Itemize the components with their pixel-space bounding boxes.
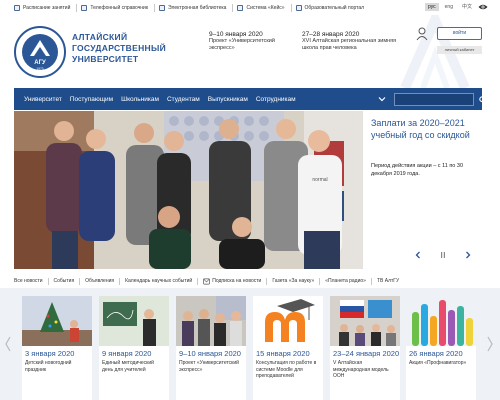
news-title: Акция «Профнавигатор» (409, 360, 467, 366)
lang-ru[interactable]: рус (424, 2, 439, 11)
nav-item-university[interactable]: Университет (24, 96, 62, 103)
phone-icon (81, 4, 88, 11)
header: АГУ 1973 АЛТАЙСКИЙ ГОСУДАРСТВЕННЫЙ УНИВЕ… (0, 15, 500, 88)
news-image (176, 296, 246, 346)
library-link[interactable]: Электронная библиотека (159, 4, 226, 11)
main-nav: Университет Поступающим Школьникам Студе… (14, 88, 487, 110)
news-next-arrow[interactable] (486, 336, 494, 352)
tab-newspaper[interactable]: Газета «За науку» (272, 278, 314, 284)
user-icon[interactable] (416, 27, 428, 41)
news-title: Единый методический день для учителей (102, 360, 154, 373)
promo-panel: Заплати за 2020–2021 учебный год со скид… (363, 111, 482, 269)
hero-slider: normal Заплати за 2020–2021 учебный год … (14, 111, 482, 269)
nav-item-graduates[interactable]: Выпускникам (208, 96, 248, 103)
phonebook-link[interactable]: Телефонный справочник (81, 4, 148, 11)
news-title: Проект «Университетский экспресс» (179, 360, 239, 373)
news-prev-arrow[interactable] (4, 336, 12, 352)
news-image (406, 296, 476, 346)
language-switcher: рус eng 中文 (424, 2, 488, 11)
search-button[interactable] (476, 93, 490, 106)
shirt-print: normal (312, 177, 327, 183)
tab-all-news[interactable]: Все новости (14, 278, 43, 284)
news-card[interactable]: 23–24 января 2020 V Алтайская международ… (330, 296, 400, 400)
tab-science-calendar[interactable]: Календарь научных событий (125, 278, 192, 284)
tab-tv[interactable]: ТВ АлтГУ (377, 278, 399, 284)
news-card[interactable]: 15 января 2020 Консультация по работе в … (253, 296, 323, 400)
nav-item-staff[interactable]: Сотрудникам (256, 96, 296, 103)
news-title: Консультация по работе в системе Moodle … (256, 360, 317, 379)
news-date: 9–10 января 2020 (179, 349, 241, 358)
news-tabs: Все новости События Объявления Календарь… (14, 275, 482, 287)
chevron-left-icon (415, 251, 420, 259)
logo-year: 1973 (36, 67, 43, 71)
personal-cabinet-button[interactable]: личный кабинет (437, 46, 482, 54)
university-title[interactable]: АЛТАЙСКИЙ ГОСУДАРСТВЕННЫЙ УНИВЕРСИТЕТ (72, 32, 166, 65)
news-card[interactable]: 9 января 2020 Единый методический день д… (99, 296, 169, 400)
news-image (22, 296, 92, 346)
chevron-right-icon (466, 251, 471, 259)
slider-pause-button[interactable] (438, 250, 448, 260)
news-card[interactable]: 26 января 2020 Акция «Профнавигатор» (406, 296, 476, 400)
news-title: Детский новогодний праздник (25, 360, 72, 373)
header-event-2[interactable]: 27–28 января 2020 XVI Алтайская регионал… (302, 31, 402, 52)
edu-portal-link[interactable]: Образовательный портал (295, 4, 364, 11)
logo-abbrev: АГУ (34, 60, 46, 66)
tab-announcements[interactable]: Объявления (85, 278, 114, 284)
news-card[interactable]: 3 января 2020 Детский новогодний праздни… (22, 296, 92, 400)
nav-item-students[interactable]: Студентам (167, 96, 200, 103)
top-bar: Расписание занятий Телефонный справочник… (0, 0, 500, 15)
news-date: 26 января 2020 (409, 349, 463, 358)
tab-radio[interactable]: «Планета радио» (325, 278, 366, 284)
news-title: V Алтайская международная модель ООН (333, 360, 389, 379)
tab-subscribe[interactable]: Подписка на новости (212, 278, 261, 284)
group-photo-illustration: normal (14, 111, 363, 269)
nav-item-applicants[interactable]: Поступающим (70, 96, 113, 103)
search-icon (479, 95, 487, 104)
search-input[interactable] (394, 93, 474, 106)
promo-text: Период действия акции – с 11 по 30 декаб… (371, 163, 464, 177)
tab-events[interactable]: События (54, 278, 75, 284)
book-icon (159, 4, 166, 11)
bell-icon (203, 278, 211, 284)
login-button[interactable]: войти (437, 27, 482, 40)
university-logo[interactable]: АГУ 1973 (14, 26, 66, 78)
news-card[interactable]: 9–10 января 2020 Проект «Университетский… (176, 296, 246, 400)
news-image (99, 296, 169, 346)
chevron-down-icon[interactable] (378, 95, 386, 103)
lang-zh[interactable]: 中文 (459, 2, 475, 11)
news-image (330, 296, 400, 346)
portal-icon (295, 4, 302, 11)
page: Расписание занятий Телефонный справочник… (0, 0, 500, 400)
news-image (253, 296, 323, 346)
slider-prev-button[interactable] (413, 250, 423, 260)
calendar-icon (14, 4, 20, 11)
news-date: 23–24 января 2020 (333, 349, 400, 358)
promo-title[interactable]: Заплати за 2020–2021 учебный год со скид… (371, 117, 479, 141)
slider-next-button[interactable] (463, 250, 473, 260)
eye-icon[interactable] (478, 3, 488, 11)
lang-en[interactable]: eng (442, 3, 456, 11)
news-date: 3 января 2020 (25, 349, 75, 358)
schedule-link[interactable]: Расписание занятий (14, 4, 70, 11)
news-date: 9 января 2020 (102, 349, 152, 358)
pause-icon (441, 252, 445, 258)
case-system-link[interactable]: Система «Кейс» (237, 4, 285, 11)
news-date: 15 января 2020 (256, 349, 310, 358)
nav-item-schoolchildren[interactable]: Школьникам (121, 96, 159, 103)
hero-photo[interactable]: normal (14, 111, 363, 269)
case-icon (237, 4, 244, 11)
header-event-1[interactable]: 9–10 января 2020 Проект «Университетский… (209, 31, 301, 52)
